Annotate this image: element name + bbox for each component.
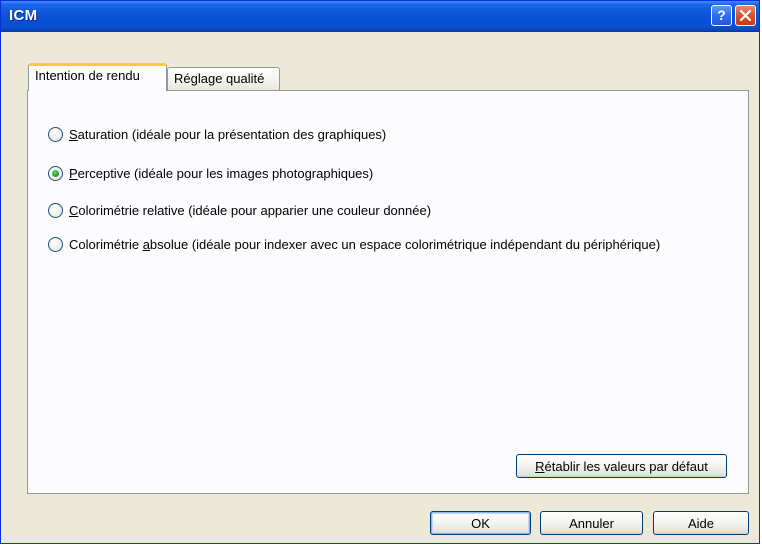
radio-button[interactable] (48, 236, 63, 252)
ok-button[interactable]: OK (430, 511, 531, 535)
option-label: Colorimétrie relative (idéale pour appar… (69, 202, 432, 218)
radio-option-colorimetrie-relative[interactable]: Colorimétrie relative (idéale pour appar… (48, 200, 431, 220)
radio-option-saturation[interactable]: Saturation (idéale pour la présentation … (48, 124, 386, 144)
tab-reglage-qualite[interactable]: Réglage qualité (167, 67, 280, 90)
radio-button[interactable] (48, 126, 63, 142)
title-bar[interactable]: ICM ? (1, 1, 759, 32)
option-label: Perceptive (idéale pour les images photo… (69, 165, 374, 181)
question-mark-icon: ? (717, 7, 726, 23)
radio-option-perceptive[interactable]: Perceptive (idéale pour les images photo… (48, 163, 373, 183)
tab-panel-rendering-intent: Saturation (idéale pour la présentation … (27, 90, 749, 494)
close-button[interactable] (735, 5, 756, 26)
help-button[interactable]: ? (711, 5, 732, 26)
radio-button[interactable] (48, 202, 63, 218)
tab-label: Intention de rendu (35, 68, 140, 83)
radio-button-selected[interactable] (48, 165, 63, 181)
tab-intention-de-rendu[interactable]: Intention de rendu (28, 63, 167, 91)
cancel-button[interactable]: Annuler (540, 511, 643, 535)
tab-label: Réglage qualité (174, 71, 265, 86)
icm-dialog: ICM ? Intention de rendu Réglage qualité… (0, 0, 760, 544)
close-x-icon (739, 9, 752, 22)
option-label: Colorimétrie absolue (idéale pour indexe… (69, 236, 661, 252)
help-action-button[interactable]: Aide (653, 511, 749, 535)
radio-option-colorimetrie-absolue[interactable]: Colorimétrie absolue (idéale pour indexe… (48, 234, 660, 254)
option-label: Saturation (idéale pour la présentation … (69, 126, 387, 142)
restore-defaults-button[interactable]: Rétablir les valeurs par défaut (516, 454, 727, 478)
window-title: ICM (9, 7, 38, 24)
